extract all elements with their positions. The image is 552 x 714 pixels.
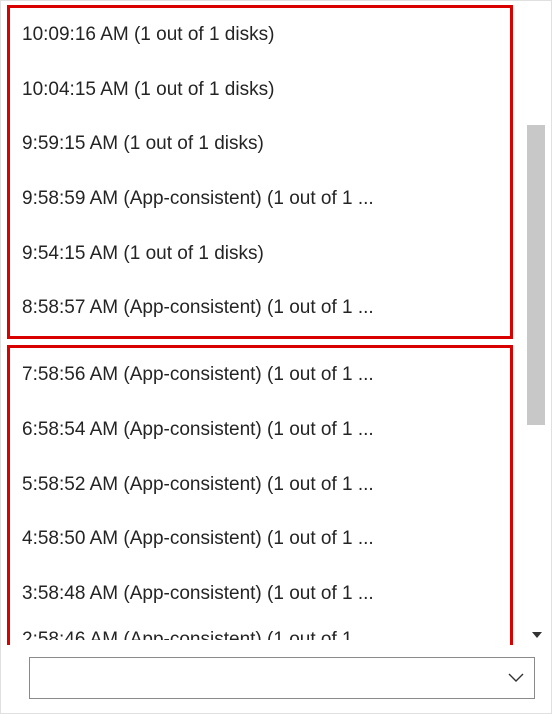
highlight-group-bottom: 7:58:56 AM (App-consistent) (1 out of 1 … (7, 345, 513, 645)
scroll-down-arrow-icon[interactable] (527, 625, 547, 645)
list-item[interactable]: 9:58:59 AM (App-consistent) (1 out of 1 … (10, 172, 510, 227)
list-item[interactable]: 6:58:54 AM (App-consistent) (1 out of 1 … (10, 403, 510, 458)
scrollbar-track[interactable] (527, 7, 545, 643)
list-item[interactable]: 7:58:56 AM (App-consistent) (1 out of 1 … (10, 348, 510, 403)
scrollbar-thumb[interactable] (527, 125, 545, 425)
list-item[interactable]: 10:04:15 AM (1 out of 1 disks) (10, 63, 510, 118)
list-item[interactable]: 3:58:48 AM (App-consistent) (1 out of 1 … (10, 567, 510, 622)
recovery-points-list: 10:09:16 AM (1 out of 1 disks) 10:04:15 … (1, 1, 519, 645)
list-item[interactable]: 4:58:50 AM (App-consistent) (1 out of 1 … (10, 512, 510, 567)
list-item[interactable]: 8:58:57 AM (App-consistent) (1 out of 1 … (10, 281, 510, 336)
highlight-group-top: 10:09:16 AM (1 out of 1 disks) 10:04:15 … (7, 5, 513, 339)
dropdown-select[interactable] (29, 657, 535, 699)
list-item[interactable]: 9:54:15 AM (1 out of 1 disks) (10, 227, 510, 282)
list-item[interactable]: 10:09:16 AM (1 out of 1 disks) (10, 8, 510, 63)
chevron-down-icon (508, 673, 524, 683)
list-item-partial[interactable]: 2:58:46 AM (App-consistent) (1 out of 1 (10, 622, 510, 640)
list-item[interactable]: 5:58:52 AM (App-consistent) (1 out of 1 … (10, 458, 510, 513)
list-item[interactable]: 9:59:15 AM (1 out of 1 disks) (10, 117, 510, 172)
